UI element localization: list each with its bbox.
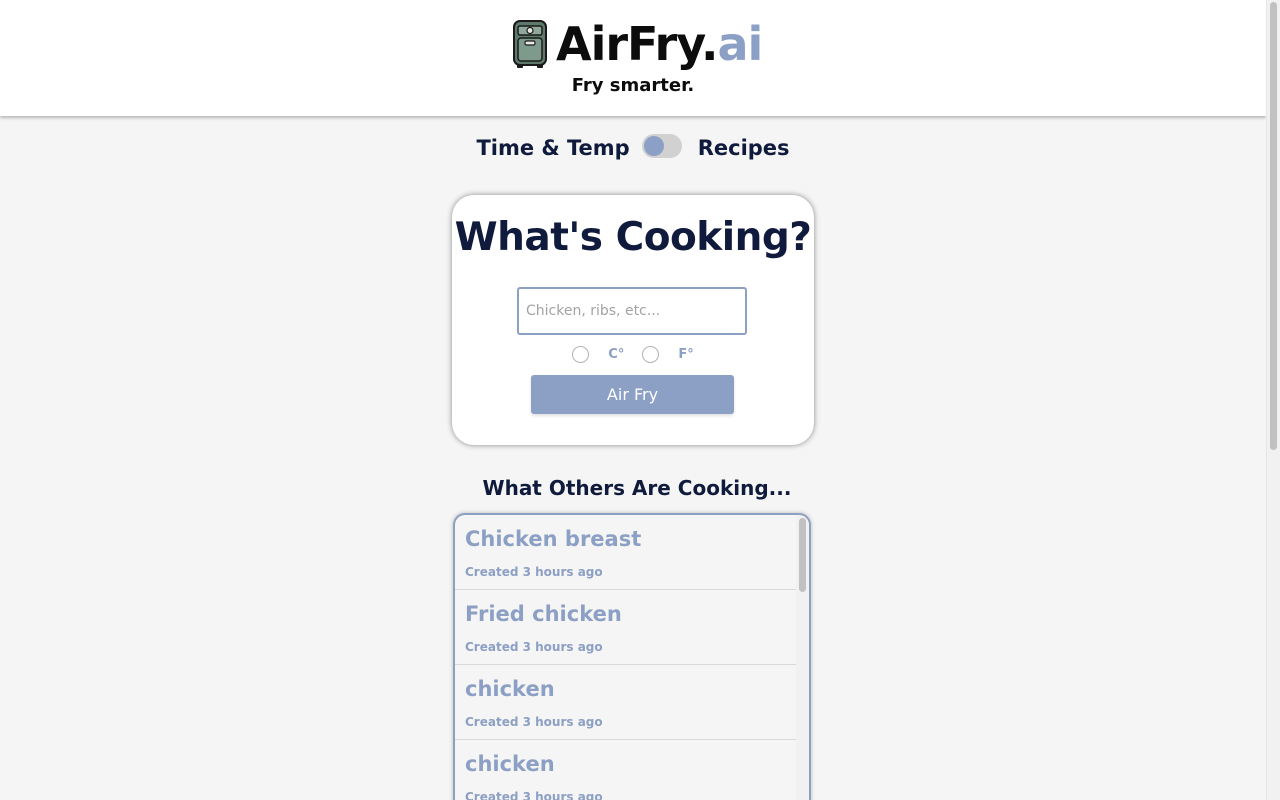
list-item[interactable]: chicken Created 3 hours ago xyxy=(455,665,796,740)
mode-toggle[interactable] xyxy=(641,134,682,158)
site-header: AirFry.ai Fry smarter. xyxy=(0,0,1266,116)
celsius-radio[interactable] xyxy=(572,346,590,363)
page: AirFry.ai Fry smarter. Time & Temp Recip… xyxy=(0,0,1266,800)
item-title: Fried chicken xyxy=(465,602,622,626)
air-fryer-icon xyxy=(513,20,547,68)
page-scroll-thumb[interactable] xyxy=(1270,2,1277,450)
list-item[interactable]: Fried chicken Created 3 hours ago xyxy=(455,590,796,665)
card-title: What's Cooking? xyxy=(454,215,812,260)
page-scrollbar[interactable] xyxy=(1266,0,1280,800)
mode-label-recipes: Recipes xyxy=(697,136,790,160)
cooking-card: What's Cooking? C° F° Air Fry xyxy=(452,195,814,445)
item-created: Created 3 hours ago xyxy=(465,640,603,654)
brand-accent: ai xyxy=(717,17,763,71)
toggle-knob xyxy=(643,136,664,156)
item-title: chicken xyxy=(465,677,555,701)
celsius-label: C° xyxy=(608,347,625,362)
item-created: Created 3 hours ago xyxy=(465,715,603,729)
item-title: chicken xyxy=(465,752,555,776)
item-title: Chicken breast xyxy=(465,527,642,551)
fahrenheit-radio[interactable] xyxy=(642,346,660,363)
logo[interactable]: AirFry.ai xyxy=(512,17,763,71)
tagline: Fry smarter. xyxy=(571,75,695,96)
others-list-items: Chicken breast Created 3 hours ago Fried… xyxy=(455,515,796,800)
air-fry-button[interactable]: Air Fry xyxy=(531,375,734,414)
item-created: Created 3 hours ago xyxy=(465,565,603,579)
item-created: Created 3 hours ago xyxy=(465,790,603,800)
list-scrollbar[interactable] xyxy=(796,515,809,800)
others-list: Chicken breast Created 3 hours ago Fried… xyxy=(453,513,811,800)
list-item[interactable]: chicken Created 3 hours ago xyxy=(455,740,796,800)
mode-switch: Time & Temp Recipes xyxy=(0,134,1266,160)
list-item[interactable]: Chicken breast Created 3 hours ago xyxy=(455,515,796,590)
food-search-input[interactable] xyxy=(517,287,747,335)
fahrenheit-label: F° xyxy=(678,347,694,362)
mode-label-time-temp: Time & Temp xyxy=(476,136,630,160)
brand-main: AirFry. xyxy=(556,17,718,71)
list-scroll-thumb[interactable] xyxy=(799,518,806,592)
others-title: What Others Are Cooking... xyxy=(482,476,792,500)
brand-name: AirFry.ai xyxy=(556,17,763,71)
unit-selector: C° F° xyxy=(452,346,814,363)
